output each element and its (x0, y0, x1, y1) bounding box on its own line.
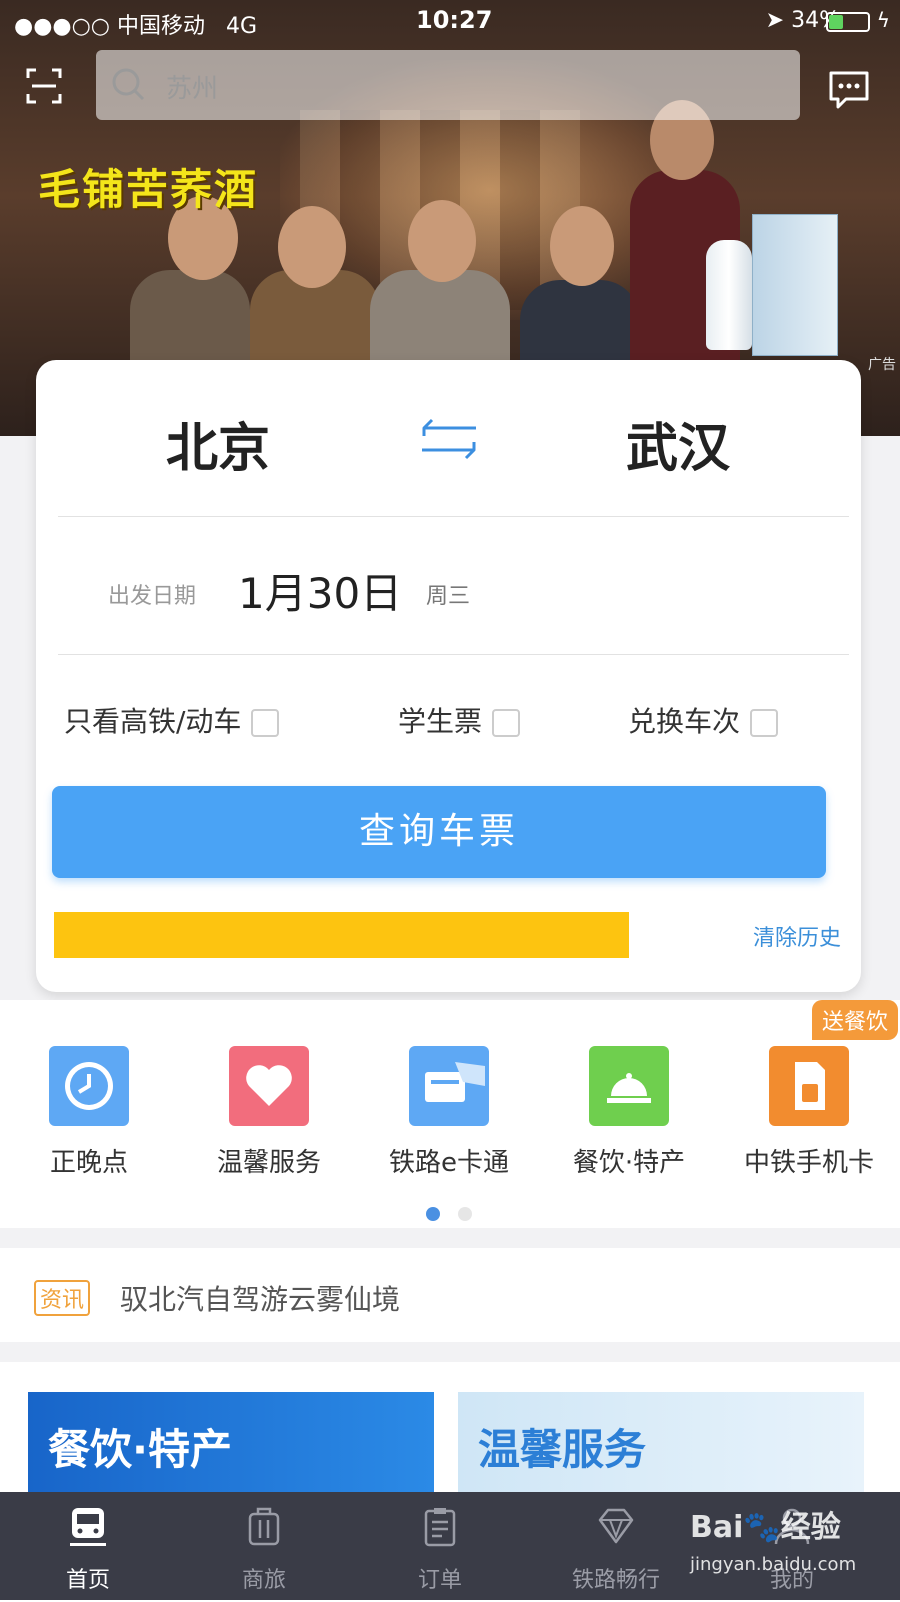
option-label: 学生票 (398, 705, 483, 738)
liquor-box-image (752, 214, 838, 356)
page-dot (458, 1207, 472, 1221)
tab-label: 商旅 (241, 1568, 286, 1593)
train-icon (70, 1508, 106, 1546)
date-label: 出发日期 (108, 584, 197, 609)
tab-business[interactable]: 商旅 (204, 1506, 324, 1594)
ad-label: 广告 (868, 357, 896, 373)
departure-city[interactable]: 北京 (166, 406, 270, 481)
news-tag: 资讯 (34, 1280, 91, 1316)
tab-label: 铁路畅行 (571, 1568, 660, 1593)
search-tickets-button[interactable]: 查询车票 (52, 786, 826, 878)
divider (58, 654, 849, 655)
services-grid: 正晚点 温馨服务 铁路e卡通 餐饮·特产 中铁手机卡 送餐饮 (0, 1000, 900, 1228)
clipboard-icon (424, 1508, 456, 1547)
liquor-bottle-image (706, 240, 752, 350)
service-warm-care[interactable]: 温馨服务 (184, 1046, 354, 1179)
promo-title: 温馨服务 (478, 1425, 647, 1474)
service-label: 中铁手机卡 (743, 1148, 874, 1178)
heart-icon (229, 1046, 309, 1126)
service-dining[interactable]: 餐饮·特产 (544, 1046, 714, 1179)
departure-date[interactable]: 1月30日 (238, 560, 402, 621)
scan-icon[interactable] (26, 68, 62, 104)
banner-title: 毛铺苦荞酒 (38, 165, 259, 214)
ticket-search-card: 北京 武汉 出发日期 1月30日 周三 只看高铁/动车 学生票 兑换车次 查询车… (36, 360, 861, 992)
tab-rail-pass[interactable]: 铁路畅行 (556, 1506, 676, 1594)
high-speed-checkbox[interactable] (251, 709, 280, 737)
status-bar: ●●●○○ 中国移动 4G 10:27 ➤ 34% ϟ (0, 0, 900, 44)
carrier-signal: ●●●○○ 中国移动 4G (14, 8, 257, 40)
redeem-train-checkbox[interactable] (750, 709, 779, 737)
service-label: 温馨服务 (216, 1148, 321, 1178)
promo-badge: 送餐饮 (812, 1000, 899, 1040)
tab-label: 首页 (65, 1568, 110, 1593)
tab-label: 订单 (417, 1568, 462, 1593)
sim-card-icon (769, 1046, 849, 1126)
swap-cities-icon[interactable] (414, 414, 484, 464)
option-label: 只看高铁/动车 (64, 705, 242, 738)
weekday: 周三 (426, 584, 471, 609)
page-indicator (426, 1206, 490, 1225)
charging-bolt-icon: ϟ (876, 8, 890, 32)
battery-icon (826, 12, 870, 32)
search-bar[interactable]: 苏州 (96, 50, 800, 120)
clock-icon (49, 1046, 129, 1126)
clear-history-link[interactable]: 清除历史 (753, 920, 841, 952)
service-label: 餐饮·特产 (572, 1148, 686, 1178)
search-icon (112, 68, 145, 101)
luggage-icon (248, 1507, 280, 1546)
page-dot-active (426, 1207, 440, 1221)
clock: 10:27 (416, 6, 493, 34)
location-arrow-icon: ➤ (765, 8, 785, 33)
service-bell-icon (589, 1046, 669, 1126)
arrival-city[interactable]: 武汉 (626, 406, 730, 481)
watermark-logo: Bai🐾经验 (690, 1510, 841, 1545)
student-ticket-checkbox[interactable] (492, 709, 521, 737)
option-high-speed-only[interactable]: 只看高铁/动车 (64, 700, 280, 740)
search-history-bar[interactable] (54, 912, 629, 958)
network-type: 4G (225, 14, 258, 39)
banner-person (550, 206, 614, 286)
service-rail-ecard[interactable]: 铁路e卡通 (364, 1046, 534, 1179)
tab-orders[interactable]: 订单 (380, 1506, 500, 1594)
watermark-url: jingyan.baidu.com (690, 1554, 857, 1575)
service-label: 铁路e卡通 (389, 1148, 509, 1178)
option-redeem-train[interactable]: 兑换车次 (628, 700, 779, 740)
carrier-text: ●●●○○ 中国移动 (14, 14, 205, 39)
card-icon (409, 1046, 489, 1126)
service-sim-card[interactable]: 中铁手机卡 (724, 1046, 894, 1179)
service-on-time[interactable]: 正晚点 (4, 1046, 174, 1179)
divider (58, 516, 849, 517)
news-headline[interactable]: 驭北汽自驾游云雾仙境 (120, 1278, 400, 1318)
diamond-icon (598, 1508, 634, 1544)
banner-person (408, 200, 476, 282)
news-ticker[interactable]: 资讯 驭北汽自驾游云雾仙境 (0, 1248, 900, 1342)
banner-person (278, 206, 346, 288)
promo-title: 餐饮·特产 (48, 1425, 232, 1474)
service-label: 正晚点 (49, 1148, 128, 1178)
message-icon[interactable] (828, 70, 870, 110)
option-student-ticket[interactable]: 学生票 (398, 700, 521, 740)
option-label: 兑换车次 (628, 705, 741, 738)
tab-home[interactable]: 首页 (28, 1506, 148, 1594)
search-placeholder: 苏州 (166, 74, 219, 104)
